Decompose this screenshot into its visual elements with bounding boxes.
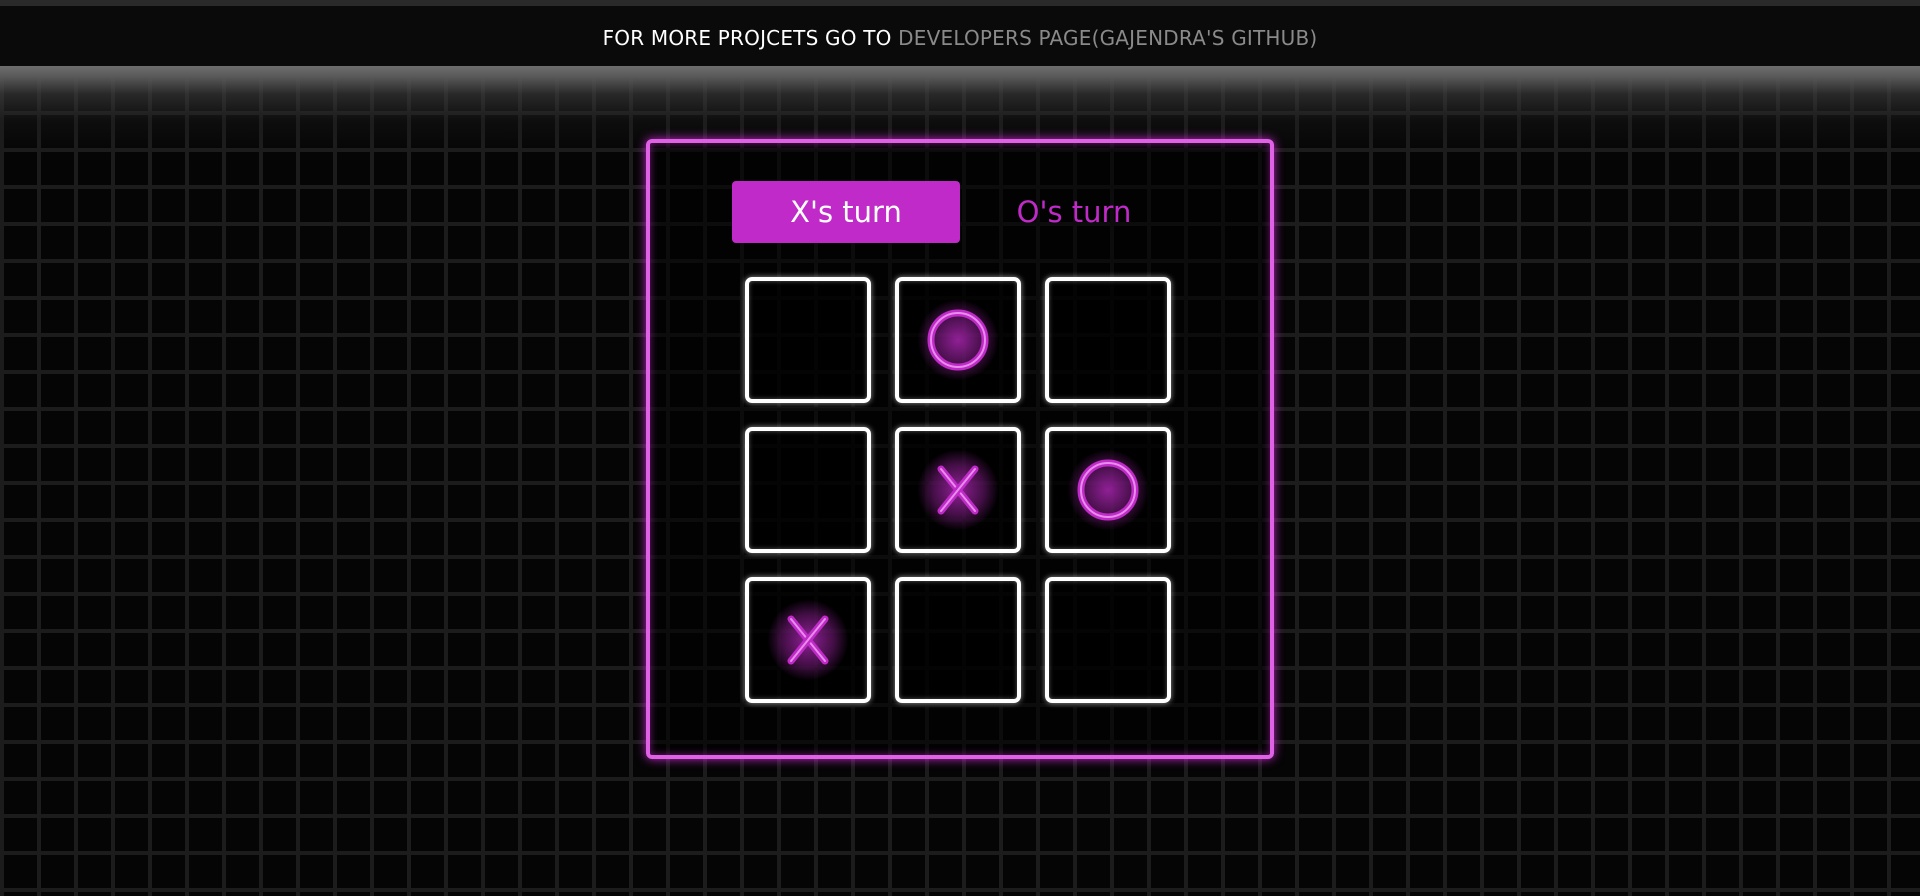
x-mark-icon — [937, 465, 979, 515]
board-cell[interactable] — [1045, 277, 1171, 403]
board-cell[interactable] — [1045, 427, 1171, 553]
o-mark-icon — [1077, 459, 1139, 521]
x-mark-icon — [787, 615, 829, 665]
o-turn-indicator[interactable]: O's turn — [960, 181, 1188, 243]
o-mark-icon — [927, 309, 989, 371]
top-bar: FOR MORE PROJCETS GO TO DEVELOPERS PAGE(… — [0, 0, 1920, 66]
top-banner: FOR MORE PROJCETS GO TO DEVELOPERS PAGE(… — [0, 26, 1920, 50]
x-turn-indicator[interactable]: X's turn — [732, 181, 960, 243]
board-cell[interactable] — [745, 427, 871, 553]
developers-page-link[interactable]: DEVELOPERS PAGE(GAJENDRA'S GITHUB) — [898, 26, 1317, 50]
board-cell[interactable] — [895, 577, 1021, 703]
game-board — [745, 277, 1176, 708]
board-cell[interactable] — [745, 277, 871, 403]
board-cell[interactable] — [745, 577, 871, 703]
board-cell[interactable] — [1045, 577, 1171, 703]
board-cell[interactable] — [895, 277, 1021, 403]
board-cell[interactable] — [895, 427, 1021, 553]
banner-prefix: FOR MORE PROJCETS GO TO — [602, 26, 892, 50]
